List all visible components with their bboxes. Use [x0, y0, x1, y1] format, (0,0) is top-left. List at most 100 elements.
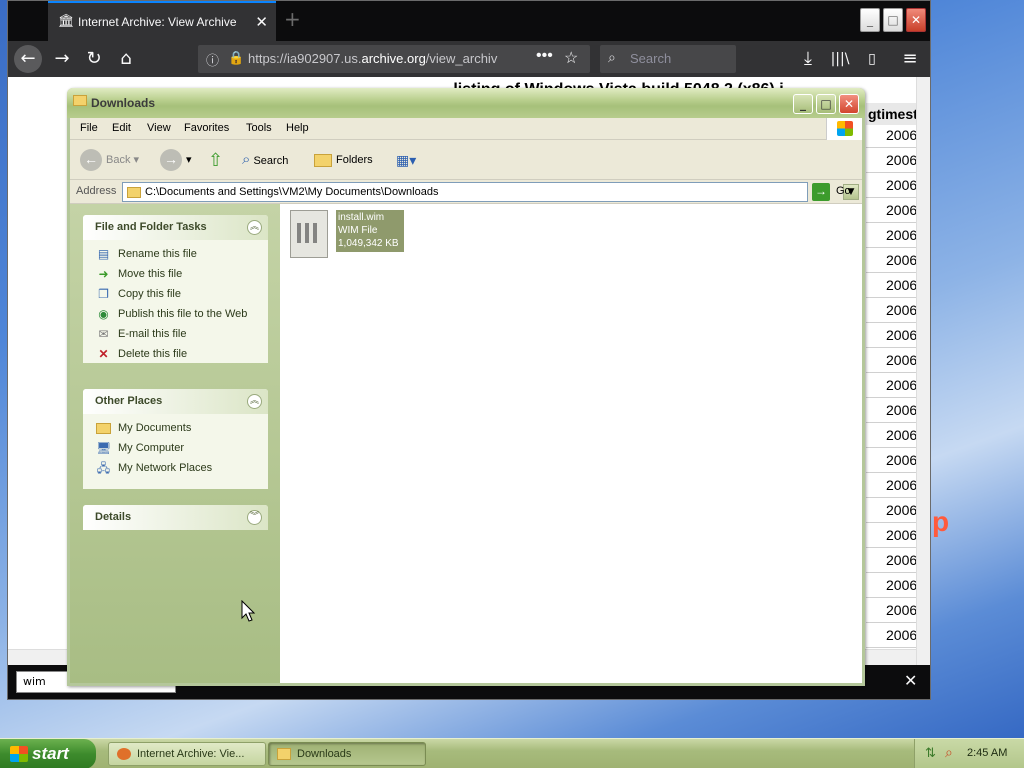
explorer-maximize-button[interactable]: □ — [816, 94, 836, 114]
menu-icon[interactable]: ≡ — [896, 45, 924, 73]
file-view: install.wim WIM File 1,049,342 KB — [280, 204, 862, 683]
go-arrow-icon: → — [812, 183, 830, 201]
row-divider — [866, 597, 916, 598]
other-places-header[interactable]: Other Places ︽ — [83, 389, 268, 414]
task-email[interactable]: ✉ E-mail this file — [83, 324, 268, 344]
place-my-network[interactable]: 🖧 My Network Places — [83, 458, 268, 478]
sidebar-icon[interactable]: ▯ — [858, 45, 886, 73]
network-tray-icon[interactable]: ⇅ — [925, 746, 936, 761]
forward-button-xp[interactable]: → ▾ — [160, 147, 192, 173]
place-my-documents[interactable]: My Documents — [83, 418, 268, 438]
lock-icon: 🔒 — [228, 50, 245, 65]
folder-icon — [73, 95, 87, 106]
explorer-minimize-button[interactable]: _ — [793, 94, 813, 114]
row-divider — [866, 222, 916, 223]
menu-file[interactable]: File — [80, 122, 98, 134]
explorer-titlebar[interactable]: Downloads _ □ ✕ — [67, 88, 865, 118]
menu-view[interactable]: View — [147, 122, 171, 134]
find-close-icon[interactable]: ✕ — [904, 671, 917, 690]
taskbar-item-firefox[interactable]: Internet Archive: Vie... — [108, 742, 266, 766]
timestamp-cell: 2006 — [886, 452, 916, 468]
address-folder-icon — [127, 187, 141, 198]
vertical-scrollbar[interactable] — [916, 77, 930, 665]
search-box[interactable]: ⌕ Search — [600, 45, 736, 73]
back-button[interactable]: ← — [14, 45, 42, 73]
computer-icon: 🖥 — [96, 441, 112, 455]
taskbar-item-downloads[interactable]: Downloads — [268, 742, 426, 766]
row-divider — [866, 297, 916, 298]
column-header[interactable]: gtimest — [866, 103, 916, 125]
details-header[interactable]: Details ︾ — [83, 505, 268, 530]
minimize-button[interactable]: _ — [860, 8, 880, 32]
explorer-title: Downloads — [91, 96, 156, 110]
forward-arrow-icon: → — [160, 149, 182, 172]
up-folder-icon[interactable]: ⇧ — [208, 147, 223, 173]
file-size: 1,049,342 KB — [338, 238, 399, 249]
folders-icon — [314, 153, 332, 167]
folders-button[interactable]: Folders — [314, 147, 373, 173]
page-actions-icon[interactable]: ••• — [536, 47, 553, 65]
explorer-close-button[interactable]: ✕ — [839, 94, 859, 114]
maximize-button[interactable]: □ — [883, 8, 903, 32]
menu-edit[interactable]: Edit — [112, 122, 131, 134]
new-tab-button[interactable]: + — [284, 9, 301, 29]
back-button-xp[interactable]: ← Back ▾ — [80, 147, 139, 173]
task-publish[interactable]: ◉ Publish this file to the Web — [83, 304, 268, 324]
url-text: https://ia902907.us.archive.org/view_arc… — [248, 51, 498, 66]
search-tray-icon[interactable]: ⌕ — [945, 745, 953, 761]
firefox-task-icon — [117, 748, 131, 760]
download-icon[interactable]: ⤓ — [794, 45, 822, 73]
row-divider — [866, 147, 916, 148]
search-icon: ⌕ — [608, 49, 616, 65]
task-delete[interactable]: ✕ Delete this file — [83, 344, 268, 364]
copy-icon: ❐ — [98, 287, 109, 301]
back-arrow-icon: ← — [80, 149, 102, 172]
browser-tab[interactable]: 🏛 Internet Archive: View Archive ✕ — [48, 1, 276, 41]
folder-task-icon — [277, 748, 291, 760]
bookmark-star-icon[interactable]: ☆ — [564, 48, 578, 68]
tab-close-icon[interactable]: ✕ — [255, 13, 268, 31]
search-placeholder: Search — [630, 51, 672, 66]
file-label: install.wim WIM File 1,049,342 KB — [336, 210, 404, 252]
collapse-chevron-icon[interactable]: ︽ — [247, 220, 262, 235]
explorer-toolbar: ← Back ▾ → ▾ ⇧ ⌕ Search Folders ▦▾ — [70, 140, 862, 180]
go-button[interactable]: → Go — [812, 182, 856, 202]
url-bar[interactable]: ⓘ 🔒 https://ia902907.us.archive.org/view… — [198, 45, 590, 73]
close-button[interactable]: ✕ — [906, 8, 926, 32]
views-icon[interactable]: ▦▾ — [396, 147, 416, 173]
row-divider — [866, 472, 916, 473]
timestamp-cell: 2006 — [886, 252, 916, 268]
row-divider — [866, 647, 916, 648]
tab-bar: 🏛 Internet Archive: View Archive ✕ + _ □… — [8, 1, 930, 41]
row-divider — [866, 572, 916, 573]
timestamp-cell: 2006 — [886, 602, 916, 618]
info-icon[interactable]: ⓘ — [206, 50, 219, 69]
task-rename[interactable]: ▤ Rename this file — [83, 244, 268, 264]
row-divider — [866, 322, 916, 323]
search-button-xp[interactable]: ⌕ Search — [242, 147, 288, 173]
timestamp-cell: 2006 — [886, 227, 916, 243]
address-path: C:\Documents and Settings\VM2\My Documen… — [145, 186, 439, 198]
timestamp-cell: 2006 — [886, 377, 916, 393]
menu-favorites[interactable]: Favorites — [184, 122, 229, 134]
place-my-computer[interactable]: 🖥 My Computer — [83, 438, 268, 458]
address-input[interactable]: C:\Documents and Settings\VM2\My Documen… — [122, 182, 859, 202]
forward-button[interactable]: → — [48, 45, 76, 73]
menu-bar: File Edit View Favorites Tools Help — [70, 118, 862, 140]
menu-help[interactable]: Help — [286, 122, 309, 134]
timestamp-cell: 2006 — [886, 277, 916, 293]
task-move[interactable]: ➜ Move this file — [83, 264, 268, 284]
task-copy[interactable]: ❐ Copy this file — [83, 284, 268, 304]
expand-chevron-icon[interactable]: ︾ — [247, 510, 262, 525]
library-icon[interactable]: |||\ — [826, 45, 854, 73]
file-folder-tasks-panel: File and Folder Tasks ︽ ▤ Rename this fil… — [83, 215, 268, 363]
file-tasks-header[interactable]: File and Folder Tasks ︽ — [83, 215, 268, 240]
start-button[interactable]: start — [0, 739, 96, 768]
reload-button[interactable]: ↻ — [80, 45, 108, 73]
menu-tools[interactable]: Tools — [246, 122, 272, 134]
home-button[interactable]: ⌂ — [112, 45, 140, 73]
collapse-chevron-icon[interactable]: ︽ — [247, 394, 262, 409]
file-item[interactable]: install.wim WIM File 1,049,342 KB — [290, 210, 404, 258]
timestamp-cell: 2006 — [886, 352, 916, 368]
row-divider — [866, 497, 916, 498]
